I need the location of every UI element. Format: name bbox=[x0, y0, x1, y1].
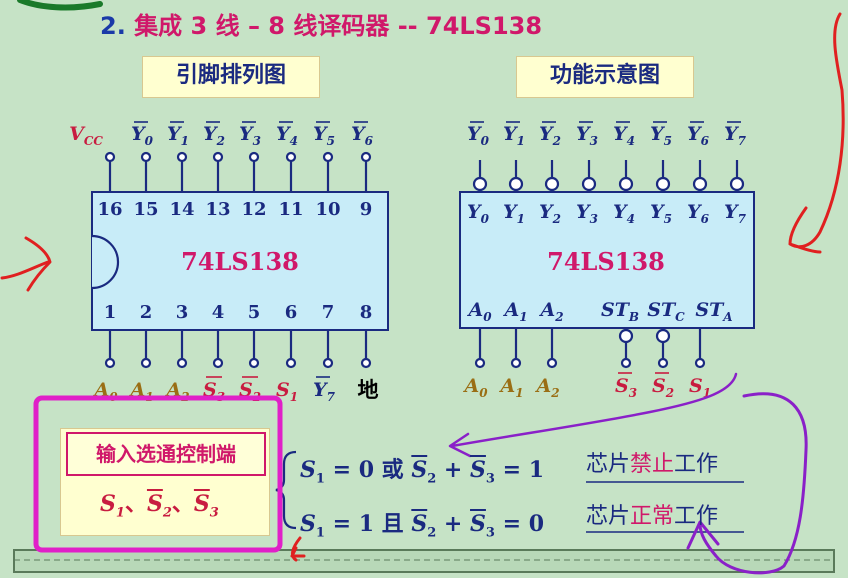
svg-text:Y1: Y1 bbox=[167, 123, 189, 148]
svg-text:Y0: Y0 bbox=[131, 123, 154, 148]
equation-2: S1 = 1 且 S2 + S3 = 0 bbox=[300, 511, 545, 541]
svg-text:Y6: Y6 bbox=[351, 123, 374, 148]
svg-text:Y6: Y6 bbox=[687, 123, 710, 148]
pinout-top-signals: VCC Y0 Y1 Y2 Y3 Y4 Y5 Y6 bbox=[69, 121, 374, 148]
svg-text:Y0: Y0 bbox=[467, 123, 490, 148]
pin-number: 14 bbox=[169, 199, 194, 220]
svg-text:地: 地 bbox=[358, 378, 379, 402]
left-arrow-annotation bbox=[0, 236, 52, 292]
right-arrow-annotation bbox=[788, 12, 845, 254]
svg-text:A0: A0 bbox=[462, 375, 488, 400]
pin-number: 7 bbox=[322, 302, 335, 323]
svg-text:Y1: Y1 bbox=[503, 123, 525, 148]
pin-number: 2 bbox=[140, 302, 153, 323]
purple-underline-arrow-annotation bbox=[686, 392, 808, 575]
control-title: 输入选通控制端 bbox=[66, 432, 266, 476]
svg-text:A2: A2 bbox=[534, 375, 559, 400]
top-corner-mark bbox=[17, 0, 103, 11]
result-normal: 芯片正常工作 bbox=[586, 504, 719, 529]
pin-number: 9 bbox=[360, 199, 373, 220]
svg-text:A1: A1 bbox=[498, 375, 523, 400]
svg-text:Y3: Y3 bbox=[239, 123, 261, 148]
svg-text:Y2: Y2 bbox=[539, 123, 561, 148]
result-disabled: 芯片禁止工作 bbox=[586, 452, 719, 477]
pin-number: 4 bbox=[212, 302, 225, 323]
pinout-chip-name: 74LS138 bbox=[181, 247, 299, 276]
decorative-border bbox=[13, 549, 835, 573]
pinout-bottom-pins bbox=[104, 330, 372, 369]
svg-text:VCC: VCC bbox=[69, 123, 103, 148]
pin-number: 10 bbox=[315, 199, 340, 220]
pin-number: 13 bbox=[205, 199, 230, 220]
equation-1: S1 = 0 或 S2 + S3 = 1 bbox=[300, 457, 545, 487]
function-top-signals: Y0 Y1 Y2 Y3 Y4 Y5 Y6 Y7 bbox=[467, 121, 747, 148]
function-bottom-signals: A0 A1 A2 S3 S2 S1 bbox=[462, 372, 711, 400]
control-signals: S1、S2、S3 bbox=[100, 491, 219, 521]
pin-number: 15 bbox=[133, 199, 158, 220]
pinout-top-pins bbox=[104, 151, 372, 192]
svg-text:Y7: Y7 bbox=[724, 123, 747, 148]
svg-text:Y2: Y2 bbox=[203, 123, 225, 148]
function-bottom-pins bbox=[474, 328, 706, 369]
pin-number: 12 bbox=[241, 199, 266, 220]
svg-text:S2: S2 bbox=[652, 375, 674, 400]
svg-text:Y7: Y7 bbox=[313, 379, 336, 404]
pin-number: 6 bbox=[285, 302, 298, 323]
pin-number: 16 bbox=[97, 199, 122, 220]
svg-text:Y3: Y3 bbox=[576, 123, 598, 148]
svg-text:Y5: Y5 bbox=[650, 123, 672, 148]
pin-number: 11 bbox=[278, 199, 303, 220]
function-chip-name: 74LS138 bbox=[547, 247, 665, 276]
svg-text:Y4: Y4 bbox=[276, 123, 298, 148]
pin-number: 1 bbox=[104, 302, 117, 323]
pin-number: 3 bbox=[176, 302, 189, 323]
svg-text:Y5: Y5 bbox=[313, 123, 335, 148]
pin-number: 5 bbox=[248, 302, 261, 323]
svg-text:S3: S3 bbox=[615, 375, 637, 400]
function-top-pins bbox=[472, 160, 745, 192]
pin-number: 8 bbox=[360, 302, 373, 323]
svg-text:Y4: Y4 bbox=[613, 123, 635, 148]
